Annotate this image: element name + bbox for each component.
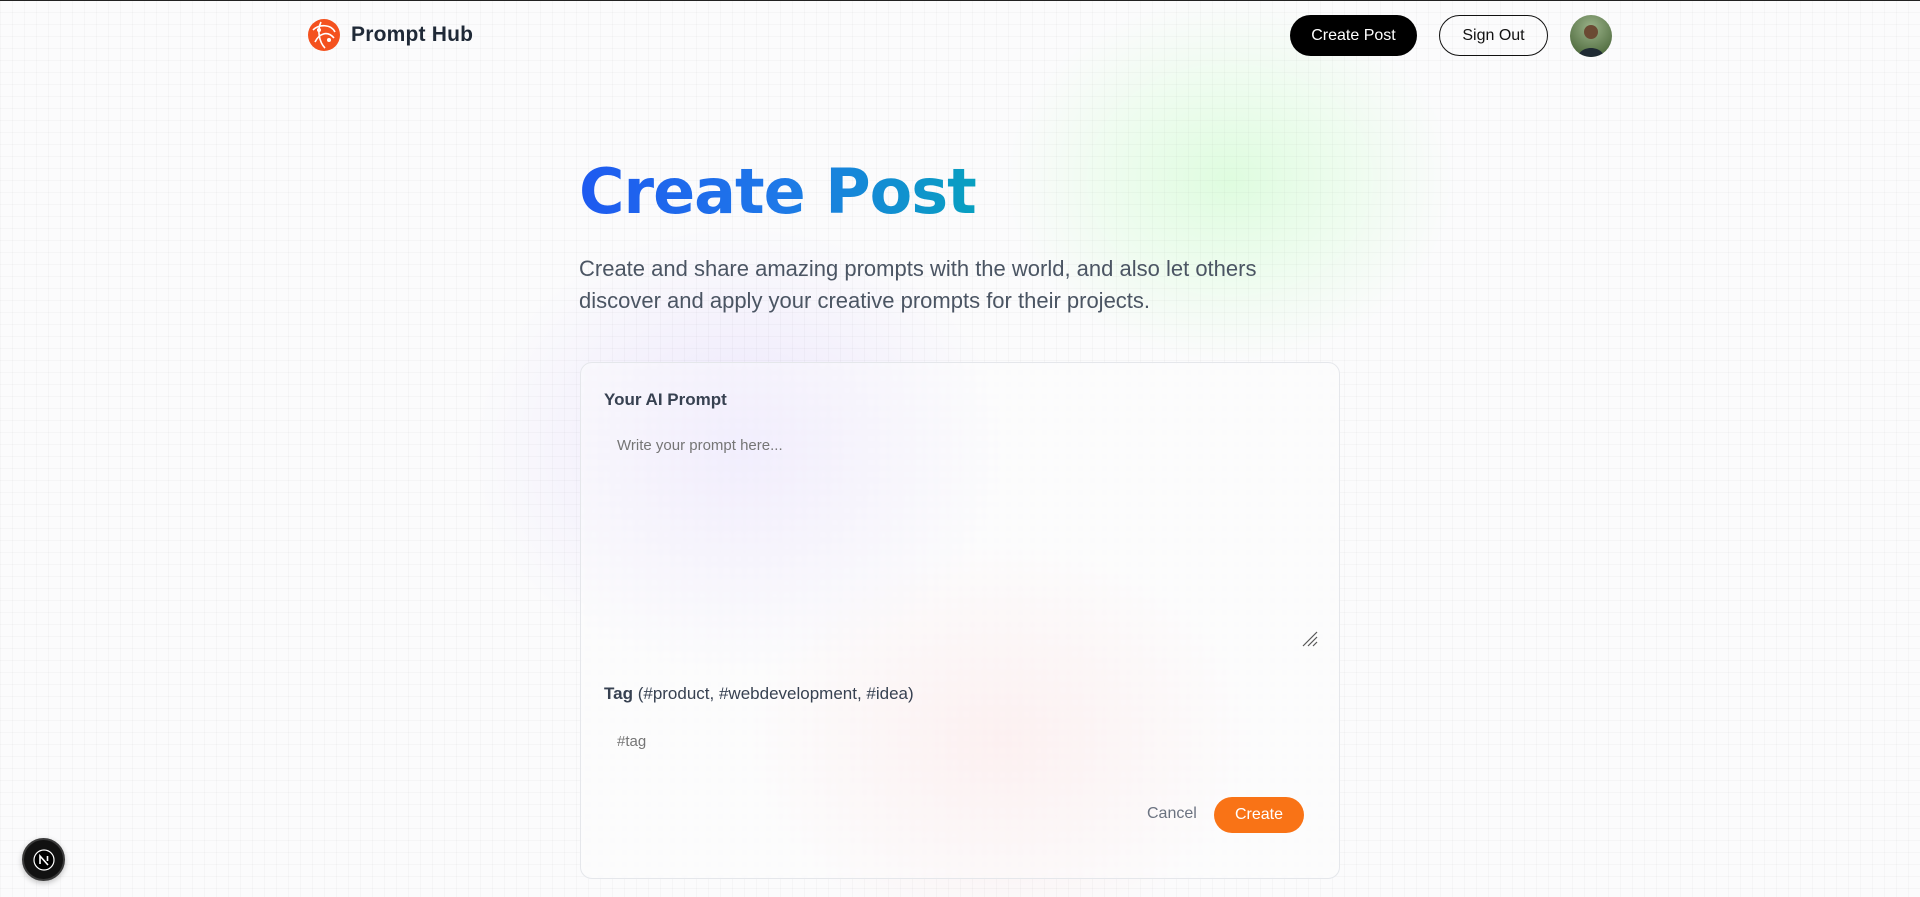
- avatar[interactable]: [1570, 15, 1612, 57]
- prompt-label: Your AI Prompt: [604, 390, 727, 409]
- create-post-button[interactable]: Create Post: [1290, 15, 1417, 56]
- create-post-form: Your AI Prompt Tag (#product, #webdevelo…: [580, 362, 1340, 879]
- create-button[interactable]: Create: [1214, 797, 1304, 833]
- tag-input[interactable]: [604, 720, 1318, 762]
- app-name: Prompt Hub: [351, 23, 474, 46]
- user-avatar-image: [1570, 15, 1612, 57]
- prompt-textarea[interactable]: [604, 425, 1318, 613]
- logo-link[interactable]: Prompt Hub: [307, 18, 473, 52]
- prompt-hub-logo-icon: [308, 19, 340, 51]
- tag-hint: (#product, #webdevelopment, #idea): [637, 684, 914, 703]
- page-title: Create Post: [579, 155, 977, 228]
- tag-label: Tag (#product, #webdevelopment, #idea): [604, 684, 914, 703]
- page-subtitle: Create and share amazing prompts with th…: [579, 256, 1257, 313]
- sign-out-button[interactable]: Sign Out: [1439, 15, 1548, 56]
- nextjs-dev-indicator-icon[interactable]: [22, 838, 65, 881]
- n-logo-icon: [32, 848, 55, 871]
- cancel-button[interactable]: Cancel: [1147, 805, 1197, 823]
- resize-handle-icon[interactable]: [1299, 628, 1319, 648]
- navbar: Prompt Hub Create Post Sign Out: [0, 0, 1920, 72]
